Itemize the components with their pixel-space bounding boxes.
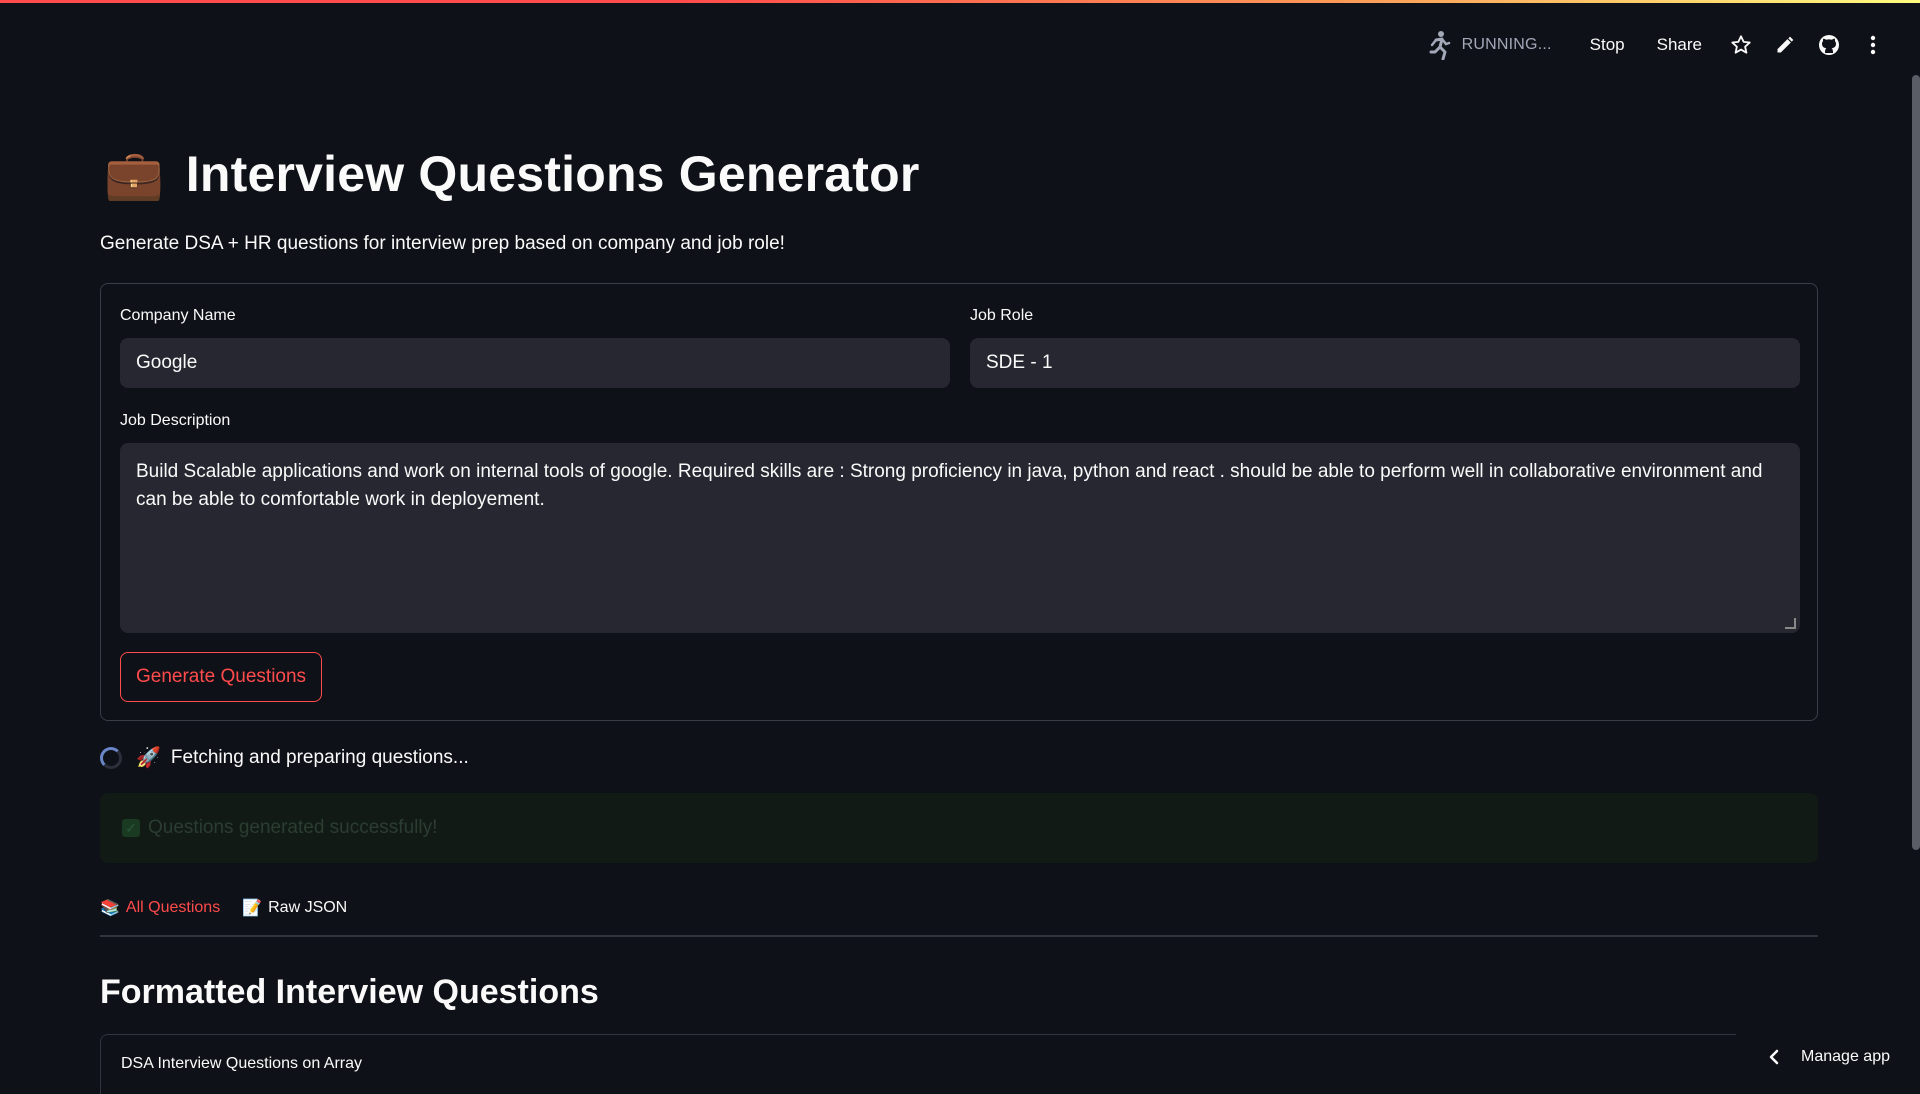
success-message: Questions generated successfully! bbox=[148, 817, 437, 839]
progress-message: Fetching and preparing questions... bbox=[171, 747, 469, 769]
question-form: Company Name Google Job Role SDE - 1 Job… bbox=[100, 283, 1818, 721]
company-input[interactable]: Google bbox=[120, 338, 950, 388]
tab-label: All Questions bbox=[126, 899, 220, 917]
role-label: Job Role bbox=[970, 307, 1033, 325]
more-vertical-icon[interactable] bbox=[1856, 28, 1890, 62]
description-label: Job Description bbox=[120, 412, 230, 430]
running-status: RUNNING... bbox=[1426, 30, 1552, 60]
edit-icon[interactable] bbox=[1768, 28, 1802, 62]
toolbar: RUNNING... Stop Share bbox=[1426, 28, 1890, 62]
running-man-icon bbox=[1426, 30, 1452, 60]
description-textarea[interactable]: Build Scalable applications and work on … bbox=[120, 443, 1800, 633]
page-subtitle: Generate DSA + HR questions for intervie… bbox=[100, 233, 785, 255]
manage-app-label: Manage app bbox=[1801, 1048, 1890, 1066]
results-heading: Formatted Interview Questions bbox=[100, 973, 599, 1012]
success-alert: ✓ Questions generated successfully! bbox=[100, 793, 1818, 863]
top-decoration-bar bbox=[0, 0, 1920, 3]
resize-handle[interactable] bbox=[1785, 618, 1796, 629]
tab-all-questions[interactable]: 📚 All Questions bbox=[100, 895, 220, 921]
manage-app-button[interactable]: Manage app bbox=[1769, 1048, 1890, 1066]
memo-icon: 📝 bbox=[242, 898, 262, 918]
description-text: Build Scalable applications and work on … bbox=[136, 461, 1763, 510]
rocket-icon: 🚀 bbox=[136, 745, 161, 770]
share-button[interactable]: Share bbox=[1645, 29, 1714, 61]
check-icon: ✓ bbox=[122, 819, 140, 837]
tab-raw-json[interactable]: 📝 Raw JSON bbox=[242, 895, 347, 921]
result-tabs: 📚 All Questions 📝 Raw JSON bbox=[100, 895, 1818, 937]
loading-spinner-icon bbox=[100, 747, 122, 769]
company-label: Company Name bbox=[120, 307, 236, 325]
books-icon: 📚 bbox=[100, 898, 120, 918]
page-title: Interview Questions Generator bbox=[186, 145, 920, 203]
briefcase-icon: 💼 bbox=[104, 146, 164, 203]
progress-status: 🚀 Fetching and preparing questions... bbox=[100, 745, 469, 770]
expander-dsa-array[interactable]: DSA Interview Questions on Array bbox=[100, 1034, 1736, 1094]
page-header: 💼 Interview Questions Generator bbox=[104, 145, 920, 203]
star-icon[interactable] bbox=[1724, 28, 1758, 62]
expander-label: DSA Interview Questions on Array bbox=[121, 1055, 362, 1072]
stop-button[interactable]: Stop bbox=[1578, 29, 1637, 61]
role-input[interactable]: SDE - 1 bbox=[970, 338, 1800, 388]
generate-questions-button[interactable]: Generate Questions bbox=[120, 652, 322, 702]
github-icon[interactable] bbox=[1812, 28, 1846, 62]
chevron-left-icon bbox=[1769, 1049, 1779, 1065]
status-text: RUNNING... bbox=[1462, 36, 1552, 54]
tab-label: Raw JSON bbox=[268, 899, 347, 917]
page-scrollbar[interactable] bbox=[1912, 75, 1920, 850]
